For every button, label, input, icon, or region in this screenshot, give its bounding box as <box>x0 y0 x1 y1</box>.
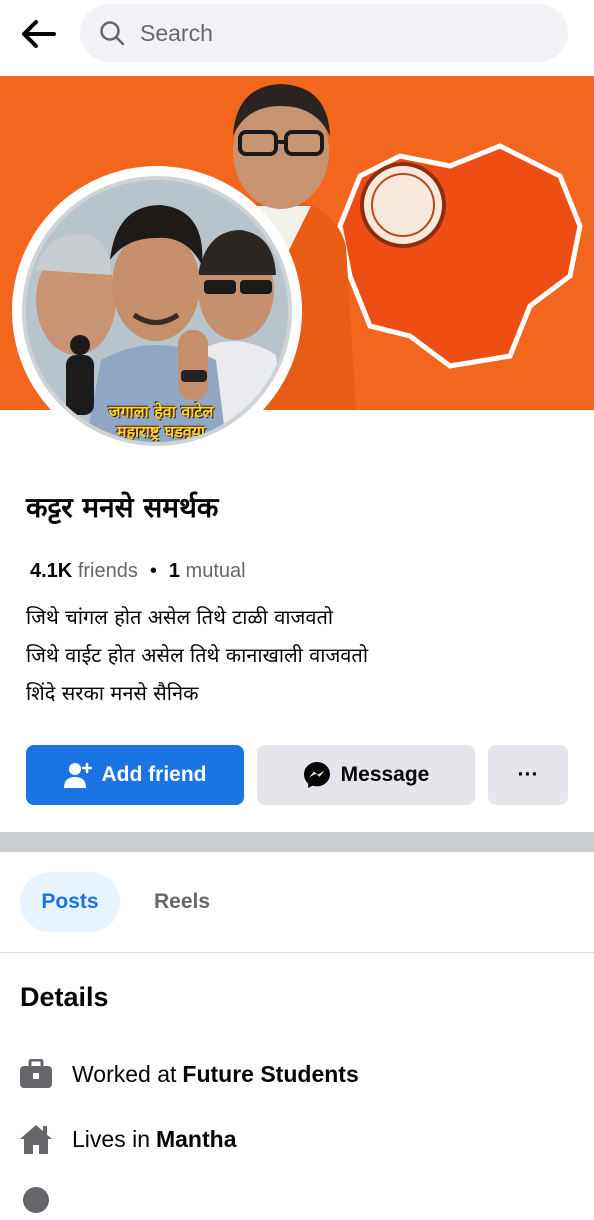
add-person-icon <box>63 762 92 788</box>
avatar: जगाला हेवा वाटेल महाराष्ट्र घडवूया <box>22 176 292 446</box>
more-options-button[interactable]: ··· <box>488 745 568 805</box>
seal-emblem-icon <box>360 162 446 248</box>
mutual-label: mutual <box>185 560 246 582</box>
search-icon <box>100 21 125 46</box>
details-heading: Details <box>20 982 109 1012</box>
map-graphic <box>337 143 583 369</box>
separator-dot: • <box>149 560 157 582</box>
search-bar[interactable] <box>80 4 568 62</box>
profile-name: कट्टर मनसे समर्थक <box>26 491 219 524</box>
home-icon <box>18 1121 54 1157</box>
education-icon <box>18 1182 54 1218</box>
bio-line-2: जिथे वाईट होत असेल तिथे कानाखाली वाजवतो <box>26 643 369 667</box>
detail-partial-row <box>18 1180 72 1220</box>
briefcase-icon <box>18 1056 54 1092</box>
work-value[interactable]: Future Students <box>182 1061 358 1088</box>
top-bar <box>0 0 594 76</box>
profile-picture[interactable]: जगाला हेवा वाटेल महाराष्ट्र घडवूया <box>12 166 302 456</box>
location-value[interactable]: Mantha <box>156 1126 237 1153</box>
back-arrow-icon[interactable] <box>18 16 58 52</box>
avatar-caption-line-2: महाराष्ट्र घडवूया <box>116 422 206 441</box>
message-label: Message <box>340 763 430 786</box>
search-input[interactable] <box>138 18 522 48</box>
detail-location[interactable]: Lives in Mantha <box>18 1119 236 1159</box>
add-friend-button[interactable]: Add friend <box>26 745 244 805</box>
profile-bio: जिथे चांगल होत असेल तिथे टाळी वाजवतो जिथ… <box>26 598 368 712</box>
profile-tabs: Posts Reels <box>0 852 594 953</box>
message-button[interactable]: Message <box>257 745 475 805</box>
bio-line-1: जिथे चांगल होत असेल तिथे टाळी वाजवतो <box>26 605 334 629</box>
add-friend-label: Add friend <box>101 763 207 786</box>
bio-line-3: शिंदे सरका मनसे सैनिक <box>26 681 199 705</box>
tab-posts[interactable]: Posts <box>20 872 120 932</box>
avatar-caption: जगाला हेवा वाटेल महाराष्ट्र घडवूया <box>66 402 256 442</box>
more-dots-icon: ··· <box>517 763 539 786</box>
friends-label: friends <box>77 560 138 582</box>
friend-stats[interactable]: 4.1K friends • 1 mutual <box>30 560 246 583</box>
mutual-count: 1 <box>168 560 180 582</box>
location-prefix: Lives in <box>72 1125 150 1152</box>
messenger-icon <box>303 762 330 788</box>
tab-reels[interactable]: Reels <box>136 872 228 932</box>
avatar-caption-line-1: जगाला हेवा वाटेल <box>108 402 214 421</box>
friends-count: 4.1K <box>30 560 73 582</box>
detail-work[interactable]: Worked at Future Students <box>18 1054 359 1094</box>
work-prefix: Worked at <box>72 1060 177 1087</box>
section-divider <box>0 832 594 852</box>
